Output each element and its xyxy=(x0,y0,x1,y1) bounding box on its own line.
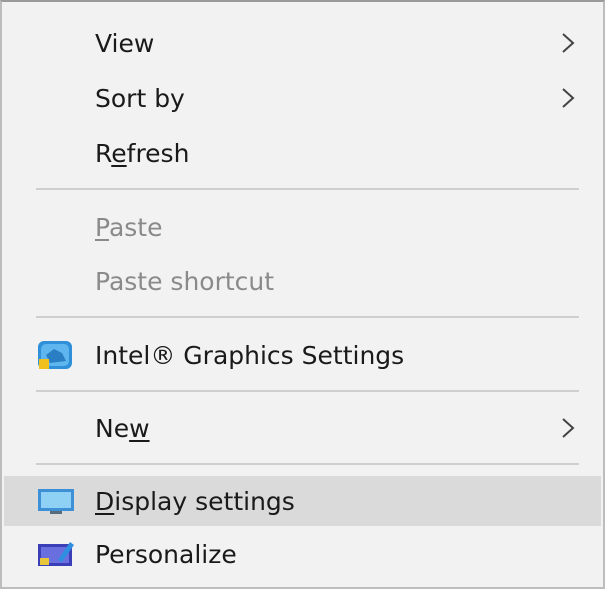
menu-separator xyxy=(36,188,579,190)
menu-item-label: New xyxy=(95,413,150,443)
desktop-context-menu: View Sort by Refresh Paste Paste shortcu… xyxy=(0,0,605,589)
menu-item-paste[interactable]: Paste xyxy=(4,202,601,252)
display-settings-icon xyxy=(38,489,74,514)
menu-separator xyxy=(36,316,579,318)
menu-item-display-settings[interactable]: Display settings xyxy=(4,476,601,526)
chevron-right-icon xyxy=(562,33,575,53)
menu-item-refresh[interactable]: Refresh xyxy=(4,128,601,178)
menu-item-paste-shortcut[interactable]: Paste shortcut xyxy=(4,256,601,306)
menu-item-label: View xyxy=(95,28,155,58)
menu-item-intel-graphics-settings[interactable]: Intel® Graphics Settings xyxy=(4,330,601,380)
menu-separator xyxy=(36,463,579,465)
menu-item-sort-by[interactable]: Sort by xyxy=(4,73,601,123)
menu-item-new[interactable]: New xyxy=(4,403,601,453)
menu-item-label: Personalize xyxy=(95,539,237,569)
menu-item-view[interactable]: View xyxy=(4,18,601,68)
menu-item-label: Refresh xyxy=(95,138,190,168)
menu-item-label: Paste xyxy=(95,212,163,242)
menu-item-label: Paste shortcut xyxy=(95,266,275,296)
intel-graphics-icon xyxy=(38,341,72,369)
menu-item-label: Display settings xyxy=(95,486,295,516)
menu-item-personalize[interactable]: Personalize xyxy=(4,529,601,579)
menu-item-label: Intel® Graphics Settings xyxy=(95,340,405,370)
chevron-right-icon xyxy=(562,418,575,438)
chevron-right-icon xyxy=(562,88,575,108)
personalize-icon xyxy=(38,542,74,566)
menu-separator xyxy=(36,390,579,392)
menu-item-label: Sort by xyxy=(95,83,185,113)
